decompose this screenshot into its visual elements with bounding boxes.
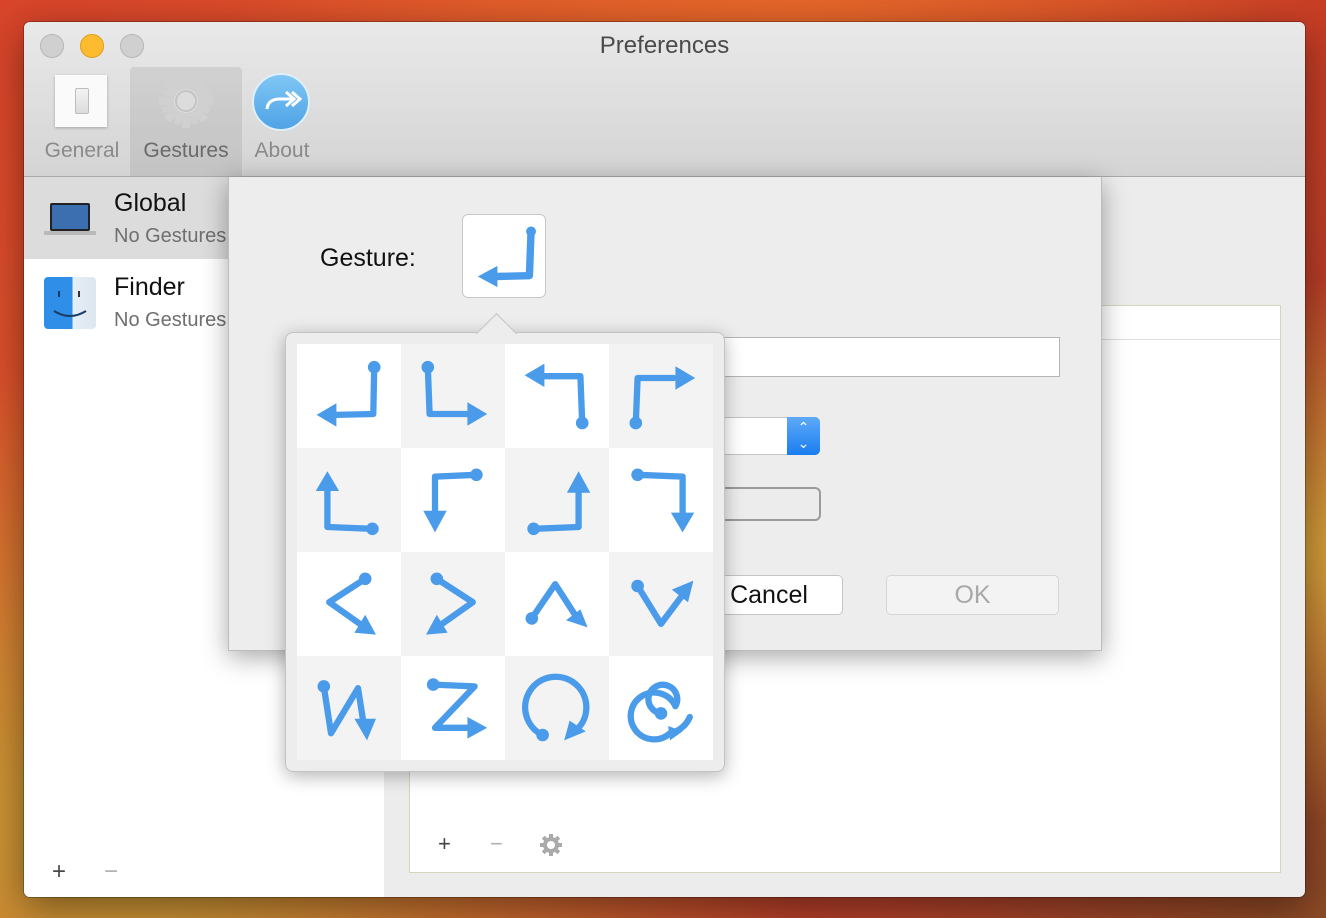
gesture-option-caret-up[interactable] xyxy=(505,552,609,656)
toolbar-tab-label: General xyxy=(44,139,120,162)
gesture-option-up-then-right[interactable] xyxy=(609,344,713,448)
right-then-up-gesture-icon xyxy=(527,471,591,536)
gesture-option-up-then-left[interactable] xyxy=(505,344,609,448)
gear-icon xyxy=(159,74,213,128)
up-then-left-gesture-icon xyxy=(524,363,589,430)
toolbar-tab-label: Gestures xyxy=(143,139,229,162)
gesture-option-check-v[interactable] xyxy=(609,552,713,656)
name-field[interactable] xyxy=(695,337,1060,377)
gesture-grid xyxy=(297,344,713,760)
down-then-right-gesture-icon xyxy=(421,360,488,426)
gesture-option-z-zigzag[interactable] xyxy=(401,656,505,760)
finder-icon xyxy=(44,277,96,329)
remove-gesture-button[interactable]: − xyxy=(490,831,503,857)
gesture-option-spiral-clockwise[interactable] xyxy=(609,656,713,760)
add-app-button[interactable]: + xyxy=(52,858,66,886)
gesture-option-circle-clockwise[interactable] xyxy=(505,656,609,760)
gesture-option-right-then-up[interactable] xyxy=(505,448,609,552)
chevron-updown-icon: ⌃ ⌄ xyxy=(787,417,820,455)
gesture-option-left-then-up[interactable] xyxy=(297,448,401,552)
right-then-down-gesture-icon xyxy=(631,468,695,533)
n-zigzag-gesture-icon xyxy=(317,680,376,741)
sidebar-item-title: Finder xyxy=(114,273,185,301)
sidebar-item-subtitle: No Gestures xyxy=(114,309,227,331)
laptop-icon xyxy=(44,203,96,235)
toolbar-tab-gestures[interactable]: Gestures xyxy=(130,67,242,176)
up-then-right-gesture-icon xyxy=(629,366,696,430)
gear-icon[interactable] xyxy=(540,834,562,856)
left-then-down-gesture-icon xyxy=(423,468,483,533)
toolbar-tab-general[interactable]: General xyxy=(37,67,127,176)
gesture-option-chevron-left[interactable] xyxy=(297,552,401,656)
circle-clockwise-gesture-icon xyxy=(522,673,590,742)
toolbar-tab-label: About xyxy=(254,139,310,162)
gesture-option-down-then-right[interactable] xyxy=(401,344,505,448)
chevron-right-gesture-icon xyxy=(426,572,476,635)
caret-up-gesture-icon xyxy=(525,581,588,628)
gesture-option-right-then-down[interactable] xyxy=(609,448,713,552)
down-left-hook-gesture-icon xyxy=(477,226,536,288)
gesture-option-chevron-right[interactable] xyxy=(401,552,505,656)
ok-button[interactable]: OK xyxy=(886,575,1059,615)
gesture-option-n-zigzag[interactable] xyxy=(297,656,401,760)
switch-icon xyxy=(55,75,107,127)
check-v-gesture-icon xyxy=(631,579,694,627)
window-title: Preferences xyxy=(599,32,730,59)
gesture-option-down-then-left[interactable] xyxy=(297,344,401,448)
remove-app-button[interactable]: − xyxy=(104,858,118,886)
gesture-popover xyxy=(285,312,725,772)
new-gesture-sheet: Gesture: ⌃⌄ : Cancel OK xyxy=(228,177,1102,772)
chevron-left-gesture-icon xyxy=(326,572,376,635)
spiral-clockwise-gesture-icon xyxy=(627,681,693,743)
add-gesture-button[interactable]: + xyxy=(438,831,451,857)
left-then-up-gesture-icon xyxy=(315,471,379,536)
gesture-option-left-then-down[interactable] xyxy=(401,448,505,552)
sidebar-item-subtitle: No Gestures xyxy=(114,225,227,247)
forward-arrow-icon xyxy=(252,73,310,131)
z-zigzag-gesture-icon xyxy=(426,678,488,739)
preferences-window: Preferences General Gestures About Globa… xyxy=(24,22,1305,897)
titlebar: Preferences General Gestures About xyxy=(24,22,1305,177)
toolbar-tab-about[interactable]: About xyxy=(246,67,318,176)
gesture-picker-button[interactable] xyxy=(462,214,546,298)
gesture-label: Gesture: xyxy=(320,244,416,272)
down-then-left-gesture-icon xyxy=(316,360,381,427)
sidebar-item-title: Global xyxy=(114,189,187,217)
